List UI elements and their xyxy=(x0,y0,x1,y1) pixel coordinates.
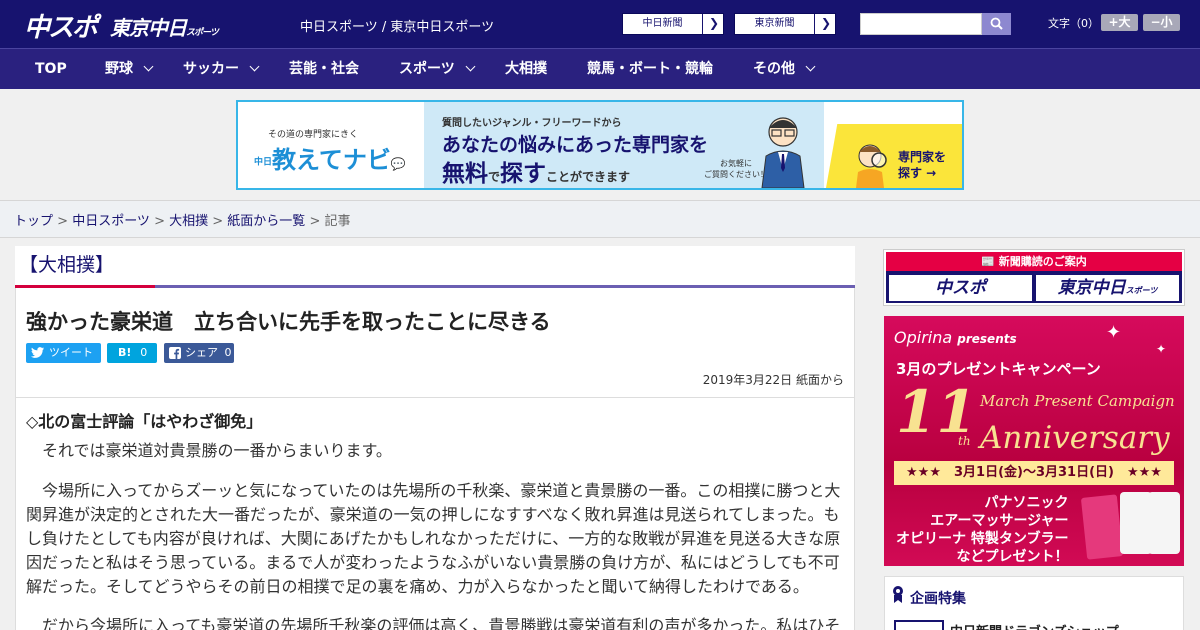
chevron-down-icon xyxy=(465,61,476,72)
banner-brand: 中日教えてナビ💬 xyxy=(254,146,406,174)
banner-tagline: その道の専門家にきく xyxy=(268,130,359,140)
category-title: 【大相撲】 xyxy=(19,254,115,276)
tokyo-shimbun-button[interactable]: 東京新聞 ❯ xyxy=(734,13,836,35)
site-links[interactable]: 中日スポーツ / 東京中日スポーツ xyxy=(300,16,494,35)
chevron-right-icon: ❯ xyxy=(820,16,831,30)
nav-label: その他 xyxy=(753,61,795,77)
article-subtitle: ◇北の富士評論「はやわざ御免」 xyxy=(26,412,263,431)
logo-tokyo-chunichi[interactable]: 東京中日スポーツ xyxy=(110,12,219,41)
promo-brand: Opirina presents xyxy=(894,328,1017,347)
chevron-right-icon: ❯ xyxy=(708,16,719,30)
chevron-down-icon xyxy=(805,61,816,72)
chevron-down-icon xyxy=(249,61,260,72)
share-label: シェア xyxy=(185,346,218,359)
article-title: 強かった豪栄道 立ち合いに先手を取ったことに尽きる xyxy=(26,310,551,334)
article-paragraph: それでは豪栄道対貴景勝の一番からまいります。 xyxy=(26,441,392,460)
nav-label: 芸能・社会 xyxy=(289,61,359,77)
breadcrumb-top[interactable]: トップ xyxy=(14,214,53,229)
tokyo-shimbun-label: 東京新聞 xyxy=(735,14,815,34)
nav-label: 野球 xyxy=(105,61,133,77)
promo-products: パナソニック エアーマッサージャー オピリーナ 特製タンブラー などプレゼント！ xyxy=(896,495,1069,565)
site-logo[interactable]: 中スポ 東京中日スポーツ xyxy=(24,7,219,44)
hatena-b-icon: B! xyxy=(118,346,132,359)
banner-cta[interactable]: 専門家を 探す → xyxy=(898,149,946,181)
nav-baseball[interactable]: 野球 xyxy=(105,49,154,90)
promo-anniversary: Anniversary xyxy=(980,420,1170,456)
nav-label: スポーツ xyxy=(399,61,455,77)
sparkle-icon: ✦ xyxy=(1156,342,1167,356)
ribbon-icon xyxy=(893,586,903,603)
logo-chuspo[interactable]: 中スポ xyxy=(24,13,98,43)
breadcrumb-shimen-list[interactable]: 紙面から一覧 xyxy=(227,214,305,229)
main-nav: TOP 野球 サッカー 芸能・社会 スポーツ 大相撲 競馬・ボート・競輪 その他 xyxy=(0,48,1200,89)
nav-label: TOP xyxy=(35,61,67,77)
breadcrumb-chunichi-sports[interactable]: 中日スポーツ xyxy=(72,214,150,229)
tweet-label: ツイート xyxy=(49,346,93,359)
search-icon xyxy=(990,17,1003,30)
speech-bubble-icon: 💬 xyxy=(390,157,406,171)
breadcrumb-current: 記事 xyxy=(324,214,351,229)
font-size-label: 文字（0） xyxy=(1048,17,1099,30)
chevron-down-icon xyxy=(143,61,154,72)
nav-other[interactable]: その他 xyxy=(753,49,816,90)
magnifier-person-illustration xyxy=(856,144,887,188)
article-date: 2019年3月22日 紙面から xyxy=(702,373,844,387)
facebook-icon xyxy=(169,347,181,359)
font-smaller-button[interactable]: −小 xyxy=(1143,14,1180,31)
nav-label: サッカー xyxy=(183,61,239,77)
banner-line3: 無料で探すことができます xyxy=(442,161,631,187)
features-item[interactable]: 中日新聞ドラゴンズショップ xyxy=(950,621,1119,630)
category-header xyxy=(15,246,855,286)
tumbler-image xyxy=(1148,492,1180,554)
subscribe-chuspo-button[interactable]: 中スポ xyxy=(889,275,1032,301)
banner-line1: 質問したいジャンル・フリーワードから xyxy=(442,118,622,129)
nav-label: 大相撲 xyxy=(505,61,547,77)
twitter-bird-icon xyxy=(31,347,44,358)
nav-top[interactable]: TOP xyxy=(35,49,67,90)
article-paragraph: だから今場所に入っても豪栄道の先場所千秋楽の評価は高く、貴景勝戦は豪栄道有利の声… xyxy=(26,616,841,630)
hatena-bookmark-button[interactable]: B! 0 xyxy=(107,343,157,363)
oshiete-navi-banner[interactable]: その道の専門家にきく 中日教えてナビ💬 質問したいジャンル・フリーワードから あ… xyxy=(236,100,964,190)
nav-soccer[interactable]: サッカー xyxy=(183,49,260,90)
promo-campaign-title: 3月のプレゼントキャンペーン xyxy=(896,360,1101,378)
subscribe-tokyo-chunichi-button[interactable]: 東京中日スポーツ xyxy=(1036,275,1179,301)
hatena-count: 0 xyxy=(140,346,148,359)
promo-th: th xyxy=(958,434,971,448)
breadcrumb-sumo[interactable]: 大相撲 xyxy=(169,214,208,229)
features-title: 企画特集 xyxy=(910,591,966,607)
nav-entertainment[interactable]: 芸能・社会 xyxy=(289,49,359,90)
subscription-box: 📰 新聞購読のご案内 中スポ 東京中日スポーツ xyxy=(883,249,1185,306)
towel-image xyxy=(1080,494,1124,560)
sparkle-icon: ✦ xyxy=(1106,322,1122,343)
nav-sumo[interactable]: 大相撲 xyxy=(505,49,547,90)
breadcrumb: トップ > 中日スポーツ > 大相撲 > 紙面から一覧 > 記事 xyxy=(14,214,351,229)
promo-number: 11 xyxy=(896,378,977,446)
newspaper-icon: 📰 xyxy=(981,255,999,268)
promo-date: ★★★ 3月1日(金)〜3月31日(日) ★★★ xyxy=(894,461,1174,485)
font-larger-button[interactable]: +大 xyxy=(1101,14,1138,31)
search-input[interactable] xyxy=(860,13,982,35)
share-count: 0 xyxy=(224,346,232,359)
chunichi-shimbun-label: 中日新聞 xyxy=(623,14,703,34)
opirina-campaign-ad[interactable]: Opirina presents 3月のプレゼントキャンペーン 11 th Ma… xyxy=(884,316,1184,566)
nav-sports[interactable]: スポーツ xyxy=(399,49,476,90)
banner-line2: あなたの悩みにあった専門家を xyxy=(442,134,709,156)
chunichi-shimbun-button[interactable]: 中日新聞 ❯ xyxy=(622,13,724,35)
features-thumbnail[interactable] xyxy=(894,620,944,630)
tweet-button[interactable]: ツイート xyxy=(26,343,101,363)
nav-label: 競馬・ボート・競輪 xyxy=(587,61,713,77)
search-button[interactable] xyxy=(982,13,1011,35)
article-paragraph: 今場所に入ってからズーッと気になっていたのは先場所の千秋楽、豪栄道と貴景勝の一番… xyxy=(26,481,841,596)
promo-subtitle: March Present Campaign xyxy=(980,392,1175,410)
facebook-share-button[interactable]: シェア 0 xyxy=(164,343,234,363)
subscription-heading: 📰 新聞購読のご案内 xyxy=(886,252,1182,271)
nav-racing[interactable]: 競馬・ボート・競輪 xyxy=(587,49,713,90)
expert-person-illustration xyxy=(761,117,805,188)
